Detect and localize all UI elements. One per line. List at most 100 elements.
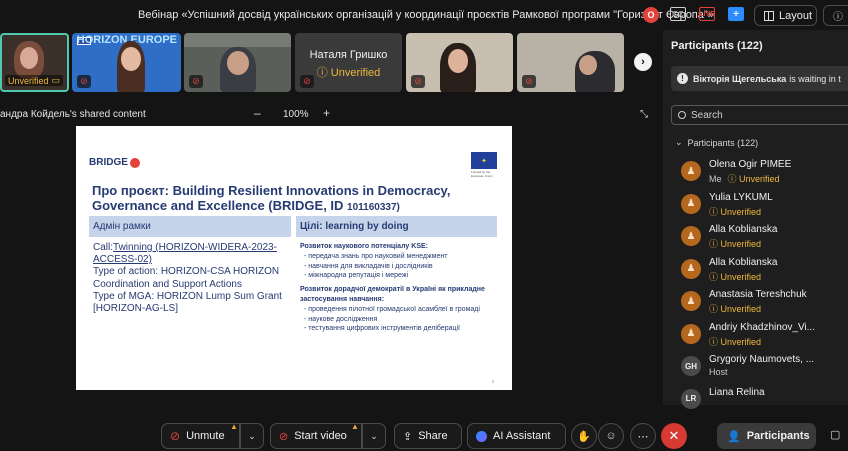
user-avatar-icon: ♟ xyxy=(681,323,701,344)
participants-button[interactable]: 👤 Participants xyxy=(717,423,816,449)
slide-title: Про проєкт: Building Resilient Innovatio… xyxy=(92,183,451,213)
video-tile[interactable]: HORIZON EUROPE ⊘ xyxy=(72,33,181,92)
participant-name: Andriy Khadzhinov_Vi... xyxy=(709,321,815,333)
participant-name: Yulia LYKUML xyxy=(709,191,773,203)
eu-funding-caption: Funded by the European Union xyxy=(471,170,493,178)
panel-title: Participants (122) xyxy=(671,40,763,52)
participant-list: ♟ Olena Ogir PIMEE Me ⓘ Unverified ♟ Yuli… xyxy=(681,157,848,417)
presentation-slide: BRIDGE ✦ Funded by the European Union Пр… xyxy=(76,126,512,390)
leave-meeting-icon[interactable]: ✕ xyxy=(661,423,687,449)
slide-page-number: 2 xyxy=(491,379,494,384)
background-shelf xyxy=(184,33,291,47)
meeting-toolbar: ⊘ Unmute ▲ ⌄ ⊘ Start video ▲ ⌄ ⇪ Share A… xyxy=(0,418,848,451)
participant-status: ⓘ Unverified xyxy=(709,206,762,217)
participants-group-header[interactable]: ⌄ Participants (122) xyxy=(675,137,758,148)
camera-off-icon: ⊘ xyxy=(279,430,289,443)
participants-icon: 👤 xyxy=(727,430,741,443)
call-link[interactable]: Twinning (HORIZON-WIDERA-2023-ACCESS-02) xyxy=(93,242,277,265)
initials-avatar: GH xyxy=(681,356,701,376)
participant-status: ⓘ Unverified xyxy=(709,239,762,249)
list-item: наукове дослідження xyxy=(304,315,500,325)
alert-icon: ! xyxy=(677,73,688,84)
bridge-logo: BRIDGE xyxy=(89,157,140,168)
user-avatar-icon: ♟ xyxy=(681,258,701,279)
warning-icon: ▲ xyxy=(230,422,238,431)
video-tile-self[interactable]: Unverified ▭ xyxy=(0,33,69,92)
participant-name: Olena Ogir PIMEE xyxy=(709,159,792,170)
participant-name: Grygoriy Naumovets, ... xyxy=(709,354,815,365)
video-tile[interactable]: ⊘ xyxy=(406,33,513,92)
waiting-text: is waiting in t xyxy=(789,73,841,84)
zoom-level: 100% xyxy=(283,109,309,120)
participant-row[interactable]: ♟ Anastasia Tereshchuk ⓘ Unverified xyxy=(681,287,848,320)
warning-icon: ▲ xyxy=(351,422,359,431)
tile-name: Наталя Гришко xyxy=(309,49,388,61)
start-video-label: Start video xyxy=(294,430,347,442)
shared-content-label: андра Койдель's shared content xyxy=(0,109,146,120)
meeting-title: Вебінар «Успішний досвід українських орг… xyxy=(138,9,714,21)
unmute-button[interactable]: ⊘ Unmute ▲ xyxy=(161,422,240,449)
next-page-arrow-icon[interactable]: › xyxy=(634,53,652,71)
video-tile[interactable]: ⊘ xyxy=(517,33,624,92)
recording-icon[interactable]: O xyxy=(643,7,659,23)
ai-assistant-button[interactable]: AI Assistant xyxy=(467,423,566,449)
right-column-heading: Цілі: learning by doing xyxy=(296,216,497,237)
video-tile[interactable]: ⊘ xyxy=(184,33,291,92)
chat-icon[interactable]: ▢ xyxy=(830,428,840,441)
participants-label: Participants xyxy=(746,430,810,442)
layout-button[interactable]: Layout xyxy=(754,5,817,26)
participants-panel: Participants (122) ! Вікторія Щегельська… xyxy=(663,30,848,409)
share-screen-icon: ⇪ xyxy=(403,430,413,443)
admin-framework-text: Call:Twinning (HORIZON-WIDERA-2023-ACCES… xyxy=(93,242,293,315)
more-options-icon[interactable]: ⋯ xyxy=(630,423,656,449)
expand-icon[interactable]: ⤡ xyxy=(640,109,648,120)
muted-mic-icon: ⊘ xyxy=(170,429,181,443)
participant-row[interactable]: LR Liana Relina xyxy=(681,385,848,418)
participant-row[interactable]: ♟ Yulia LYKUML ⓘ Unverified xyxy=(681,190,848,223)
audio-options-chevron-icon[interactable]: ⌄ xyxy=(240,423,264,449)
tile-status: Unverified xyxy=(8,75,49,86)
list-item: передача знань про науковий менеджмент xyxy=(304,252,500,262)
security-button[interactable]: ⓘ xyxy=(823,5,848,26)
participant-row[interactable]: ♟ Alla Koblianska ⓘ Unverified xyxy=(681,255,848,288)
video-tile-no-video[interactable]: Наталя Гришко ⓘ Unverified ⊘ xyxy=(295,33,402,92)
add-app-icon[interactable]: + xyxy=(728,7,744,21)
participant-name: Alla Koblianska xyxy=(709,256,778,268)
zoom-out-button[interactable]: – xyxy=(254,106,261,120)
participant-name: Anastasia Tereshchuk xyxy=(709,289,807,300)
participant-face xyxy=(20,47,38,69)
participant-row[interactable]: ♟ Andriy Khadzhinov_Vi... ⓘ Unverified xyxy=(681,320,848,353)
raise-hand-icon[interactable]: ✋ xyxy=(571,423,597,449)
participant-face xyxy=(579,55,597,75)
start-video-button[interactable]: ⊘ Start video ▲ xyxy=(270,422,362,449)
waiting-room-notice[interactable]: ! Вікторія Щегельська is waiting in t xyxy=(671,66,848,91)
share-label: Share xyxy=(418,430,448,442)
muted-mic-icon: ⊘ xyxy=(300,75,314,88)
goal-heading-1: Розвиток наукового потенціалу KSE: xyxy=(300,243,428,250)
captions-icon[interactable]: CC xyxy=(670,7,686,21)
participant-face xyxy=(121,47,141,71)
participant-name: Alla Koblianska xyxy=(709,224,778,235)
muted-mic-icon: ⊘ xyxy=(522,75,536,88)
call-line: Call:Twinning (HORIZON-WIDERA-2023-ACCES… xyxy=(93,242,277,266)
share-button[interactable]: ⇪ Share xyxy=(394,423,462,449)
zoom-in-button[interactable]: + xyxy=(323,106,330,120)
action-type: Type of action: HORIZON-CSA HORIZON Coor… xyxy=(93,266,280,290)
list-item: тестування цифрових інструментів делібер… xyxy=(304,324,500,334)
list-item: навчання для викладачів і дослідників xyxy=(304,262,500,272)
participant-row[interactable]: ♟ Olena Ogir PIMEE Me ⓘ Unverified xyxy=(681,157,848,190)
video-options-chevron-icon[interactable]: ⌄ xyxy=(362,423,386,449)
ai-assistant-icon xyxy=(476,430,487,442)
unmute-label: Unmute xyxy=(186,430,225,442)
waiting-name: Вікторія Щегельська xyxy=(693,73,787,84)
participant-search-input[interactable]: Search xyxy=(671,105,848,125)
participant-row[interactable]: ♟ Alla Koblianska ⓘ Unverified xyxy=(681,222,848,255)
participant-status: Me ⓘ Unverified xyxy=(709,174,780,184)
participant-row[interactable]: GH Grygoriy Naumovets, ... Host xyxy=(681,352,848,385)
reactions-icon[interactable]: ☺ xyxy=(598,423,624,449)
search-icon xyxy=(678,111,686,119)
participant-role: Host xyxy=(709,367,728,377)
initials-avatar: LR xyxy=(681,388,701,409)
live-icon[interactable]: LIVE xyxy=(699,7,715,21)
user-avatar-icon: ♟ xyxy=(681,226,701,246)
